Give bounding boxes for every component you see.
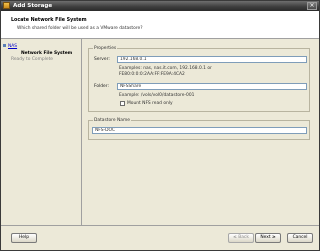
datastore-name-input[interactable] <box>92 127 307 134</box>
server-label: Server: <box>94 57 110 62</box>
properties-group: Properties Server: Examples: nas, nas.it… <box>88 46 310 112</box>
title-bar[interactable]: Add Storage × <box>1 1 319 11</box>
page-subtitle: Which shared folder will be used as a VM… <box>17 26 143 31</box>
server-input[interactable] <box>117 56 307 63</box>
page-title: Locate Network File System <box>11 18 87 23</box>
step-nas[interactable]: NAS <box>8 44 17 49</box>
mount-read-only-checkbox[interactable] <box>120 101 125 106</box>
mount-read-only-label[interactable]: Mount NFS read only <box>127 101 173 106</box>
back-button[interactable]: ≤ Back <box>228 233 254 243</box>
add-storage-window: Add Storage × Locate Network File System… <box>0 0 320 251</box>
current-step-marker-icon <box>3 44 6 47</box>
steps-divider <box>81 39 82 225</box>
wizard-header: Locate Network File System Which shared … <box>1 11 319 39</box>
step-network-file-system[interactable]: Network File System <box>21 51 72 56</box>
datastore-name-group: Datastore Name <box>88 118 310 140</box>
storage-icon <box>3 2 10 9</box>
folder-input[interactable] <box>117 83 307 90</box>
server-example-line-2: FE80:0:0:0:2AA:FF:FE9A:4CA2 <box>119 72 185 77</box>
datastore-name-legend: Datastore Name <box>93 118 131 123</box>
properties-legend: Properties <box>93 46 118 51</box>
folder-label: Folder: <box>94 84 109 89</box>
window-title: Add Storage <box>13 3 53 9</box>
help-button[interactable]: Help <box>11 233 37 243</box>
next-button[interactable]: Next ≥ <box>255 233 281 243</box>
close-button[interactable]: × <box>307 2 317 10</box>
step-ready-to-complete: Ready to Complete <box>11 57 53 62</box>
folder-example: Example: /vols/vol0/datastore-001 <box>119 93 195 98</box>
server-example-line-1: Examples: nas, nas.it.com, 192.168.0.1 o… <box>119 66 212 71</box>
wizard-steps: NAS Network File System Ready to Complet… <box>1 43 80 223</box>
cancel-button[interactable]: Cancel <box>287 233 313 243</box>
footer-divider <box>1 225 319 226</box>
